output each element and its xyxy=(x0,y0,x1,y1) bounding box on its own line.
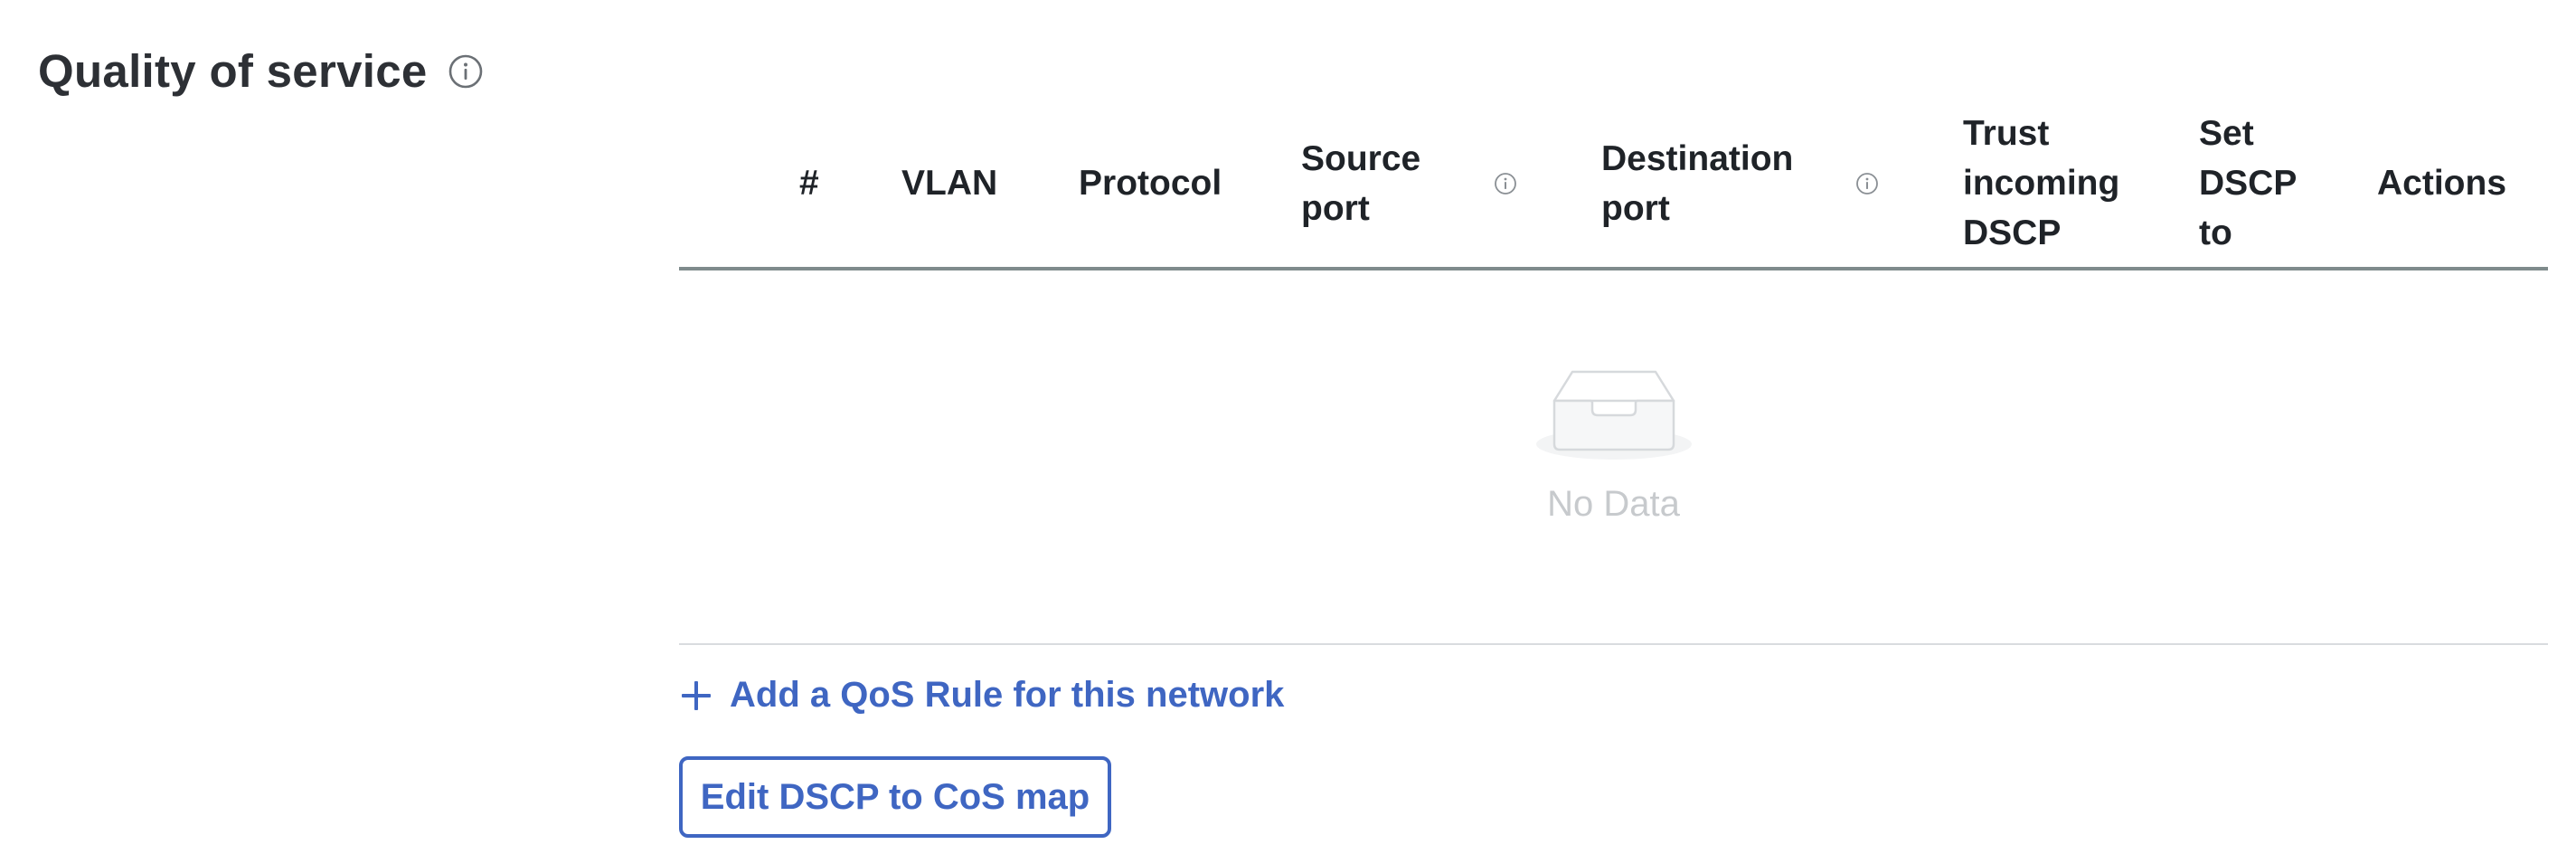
add-qos-rule-label: Add a QoS Rule for this network xyxy=(730,675,1285,715)
column-header-trust-incoming-dscp: Trust incoming DSCP xyxy=(1963,114,2120,252)
column-header-number: # xyxy=(799,164,819,203)
column-header-source-port: Source port xyxy=(1301,138,1421,228)
qos-rules-table: # VLAN Protocol Source port Destination … xyxy=(679,100,2548,645)
table-header: # VLAN Protocol Source port Destination … xyxy=(679,100,2548,270)
edit-dscp-to-cos-map-button[interactable]: Edit DSCP to CoS map xyxy=(679,756,1111,838)
destination-port-info-icon[interactable] xyxy=(1851,100,1883,267)
column-header-destination-port: Destination port xyxy=(1601,138,1794,228)
table-body: No Data xyxy=(679,270,2548,645)
empty-state: No Data xyxy=(679,361,2548,525)
info-circle-icon[interactable] xyxy=(448,53,484,90)
source-port-info-icon[interactable] xyxy=(1489,100,1522,267)
column-header-set-dscp-to: Set DSCP to xyxy=(2199,114,2298,252)
column-header-protocol: Protocol xyxy=(1079,164,1222,203)
empty-state-text: No Data xyxy=(1547,484,1680,524)
plus-icon xyxy=(682,680,711,710)
section-header: Quality of service xyxy=(38,43,484,99)
empty-inbox-icon xyxy=(1535,370,1692,460)
add-qos-rule-link[interactable]: Add a QoS Rule for this network xyxy=(679,675,1284,716)
section-title: Quality of service xyxy=(38,45,428,97)
column-header-vlan: VLAN xyxy=(901,164,998,203)
column-header-actions: Actions xyxy=(2377,164,2507,203)
